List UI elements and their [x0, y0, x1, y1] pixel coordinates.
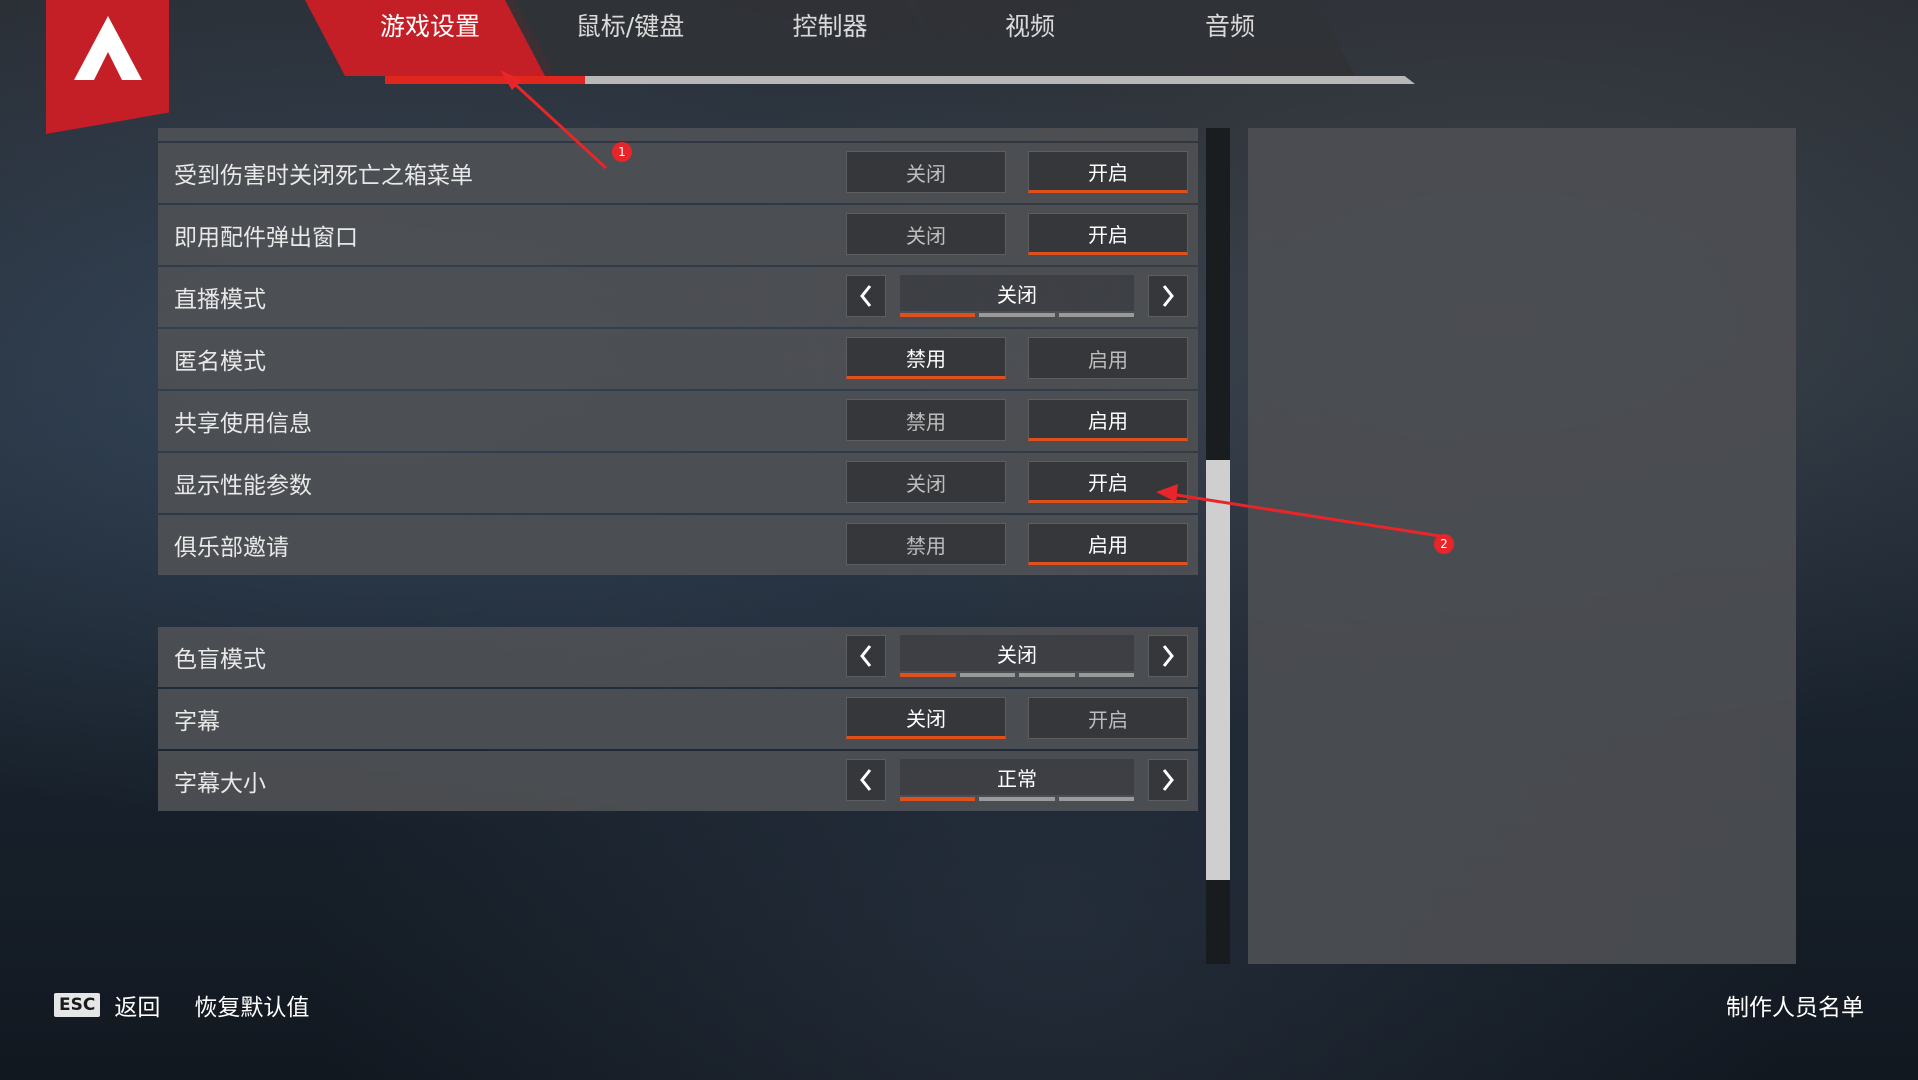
setting-row: 即用配件弹出窗口 关闭 开启	[158, 205, 1198, 265]
setting-label: 即用配件弹出窗口	[174, 225, 358, 251]
toggle-on-button[interactable]: 开启	[1028, 461, 1188, 503]
settings-list: 受到伤害时关闭死亡之箱菜单 关闭 开启 即用配件弹出窗口 关闭 开启 直播模式 关闭 匿名模式禁…	[158, 143, 1198, 813]
annotation-badge-2: 2	[1434, 534, 1454, 554]
chevron-left-icon[interactable]	[846, 635, 886, 677]
back-button[interactable]: 返回	[114, 988, 160, 1022]
setting-label: 字幕大小	[174, 771, 266, 797]
tab-label: 音频	[1204, 12, 1255, 41]
selector-value: 关闭	[900, 275, 1134, 311]
option-selector: 关闭	[846, 275, 1188, 319]
selector-value: 关闭	[900, 635, 1134, 671]
setting-row: 受到伤害时关闭死亡之箱菜单 关闭 开启	[158, 143, 1198, 203]
credits-button[interactable]: 制作人员名单	[1726, 988, 1864, 1022]
chevron-right-icon[interactable]	[1148, 275, 1188, 317]
setting-row: 俱乐部邀请 禁用 启用	[158, 515, 1198, 575]
toggle-off-button[interactable]: 禁用	[846, 337, 1006, 379]
setting-label: 直播模式	[174, 287, 266, 313]
tab-label: 游戏设置	[379, 12, 480, 41]
toggle-on-button[interactable]: 启用	[1028, 523, 1188, 565]
setting-label: 显示性能参数	[174, 473, 312, 499]
setting-row: 直播模式 关闭	[158, 267, 1198, 327]
apex-logo-icon	[46, 0, 169, 134]
selector-segment	[1058, 797, 1134, 801]
selector-value: 正常	[900, 759, 1134, 795]
setting-label: 色盲模式	[174, 647, 266, 673]
tab-label: 鼠标/键盘	[575, 12, 685, 41]
toggle-off-button[interactable]: 关闭	[846, 151, 1006, 193]
selector-position-indicator	[900, 797, 1134, 801]
annotation-badge-1: 1	[612, 142, 632, 162]
tab-active-indicator	[385, 76, 585, 84]
setting-label: 受到伤害时关闭死亡之箱菜单	[174, 163, 473, 189]
selector-segment	[900, 673, 956, 677]
selector-segment	[979, 797, 1055, 801]
toggle-off-button[interactable]: 关闭	[846, 213, 1006, 255]
toggle-off-button[interactable]: 禁用	[846, 523, 1006, 565]
partial-row	[158, 128, 1198, 141]
tab-label: 视频	[1004, 12, 1055, 41]
setting-row: 字幕大小 正常	[158, 751, 1198, 811]
setting-row: 字幕 关闭 开启	[158, 689, 1198, 749]
settings-tabs: 游戏设置 鼠标/键盘 控制器 视频 音频	[305, 0, 1415, 86]
option-selector: 正常	[846, 759, 1188, 803]
selector-position-indicator	[900, 313, 1134, 317]
toggle-on-button[interactable]: 开启	[1028, 697, 1188, 739]
setting-row: 共享使用信息 禁用 启用	[158, 391, 1198, 451]
option-selector: 关闭	[846, 635, 1188, 679]
esc-key-icon: ESC	[54, 993, 101, 1017]
setting-row: 色盲模式 关闭	[158, 627, 1198, 687]
chevron-left-icon[interactable]	[846, 275, 886, 317]
footer-actions: ESC 返回 恢复默认值	[54, 988, 309, 1022]
setting-row: 匿名模式 禁用 启用	[158, 329, 1198, 389]
restore-defaults-button[interactable]: 恢复默认值	[194, 988, 309, 1022]
toggle-on-button[interactable]: 开启	[1028, 151, 1188, 193]
scrollbar-thumb[interactable]	[1206, 460, 1230, 880]
chevron-left-icon[interactable]	[846, 759, 886, 801]
selector-segment	[900, 797, 976, 801]
selector-segment	[979, 313, 1055, 317]
selector-segment	[1058, 313, 1134, 317]
selector-segment	[1078, 673, 1134, 677]
setting-label: 俱乐部邀请	[174, 535, 289, 561]
chevron-right-icon[interactable]	[1148, 759, 1188, 801]
toggle-off-button[interactable]: 禁用	[846, 399, 1006, 441]
setting-label: 匿名模式	[174, 349, 266, 375]
selector-segment	[959, 673, 1015, 677]
setting-label: 共享使用信息	[174, 411, 312, 437]
selector-position-indicator	[900, 673, 1134, 677]
tab-audio[interactable]: 音频	[1105, 0, 1355, 76]
setting-description-panel	[1248, 128, 1796, 964]
toggle-on-button[interactable]: 启用	[1028, 399, 1188, 441]
chevron-right-icon[interactable]	[1148, 635, 1188, 677]
setting-label: 字幕	[174, 709, 220, 735]
selector-segment	[1019, 673, 1075, 677]
tab-label: 控制器	[792, 12, 868, 41]
toggle-off-button[interactable]: 关闭	[846, 461, 1006, 503]
toggle-off-button[interactable]: 关闭	[846, 697, 1006, 739]
toggle-on-button[interactable]: 开启	[1028, 213, 1188, 255]
setting-row: 显示性能参数 关闭 开启	[158, 453, 1198, 513]
toggle-on-button[interactable]: 启用	[1028, 337, 1188, 379]
selector-segment	[900, 313, 976, 317]
